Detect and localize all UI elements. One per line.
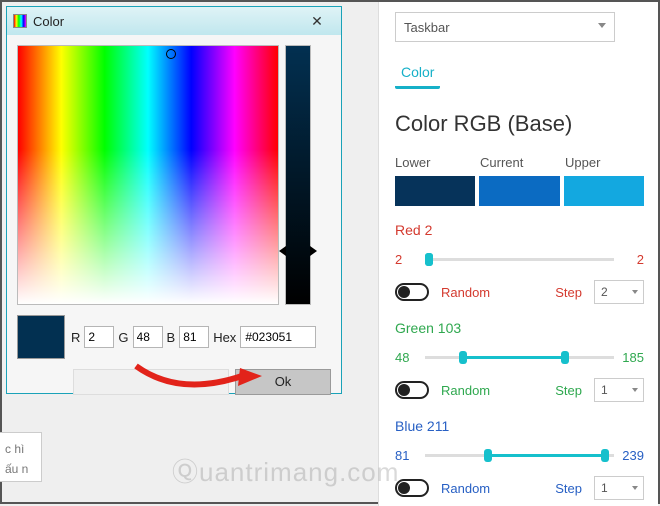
hue-saturation-field[interactable]	[17, 45, 279, 305]
col-upper-label: Upper	[565, 155, 644, 170]
red-low-value: 2	[395, 252, 421, 267]
chevron-down-icon	[632, 290, 638, 294]
channel-green: Green 103 48 185 Random Step 1	[395, 320, 644, 402]
fragment-line-1: c hì	[5, 439, 39, 459]
red-thumb-high[interactable]	[425, 253, 433, 266]
section-heading: Color RGB (Base)	[395, 111, 644, 137]
green-range-slider[interactable]	[425, 356, 614, 359]
blue-step-select[interactable]: 1	[594, 476, 644, 500]
red-step-value: 2	[601, 285, 608, 299]
button-spacer	[73, 369, 229, 395]
green-random-toggle[interactable]	[395, 381, 429, 399]
b-label: B	[167, 330, 176, 345]
lcu-header: Lower Current Upper	[395, 155, 644, 170]
ok-button[interactable]: Ok	[235, 369, 331, 395]
g-input[interactable]	[133, 326, 163, 348]
fragment-line-2: ấu n	[5, 459, 39, 479]
blue-thumb-low[interactable]	[484, 449, 492, 462]
swatch-current[interactable]	[479, 176, 559, 206]
value-handle-right-icon	[310, 246, 317, 256]
g-label: G	[118, 330, 128, 345]
channel-blue: Blue 211 81 239 Random Step 1	[395, 418, 644, 500]
channel-red-title: Red 2	[395, 222, 644, 238]
value-slider[interactable]	[285, 45, 311, 305]
col-current-label: Current	[480, 155, 559, 170]
chevron-down-icon	[632, 388, 638, 392]
target-dropdown[interactable]: Taskbar	[395, 12, 615, 42]
properties-panel: Taskbar Color Color RGB (Base) Lower Cur…	[378, 2, 658, 506]
r-label: R	[71, 330, 80, 345]
chevron-down-icon	[632, 486, 638, 490]
blue-step-value: 1	[601, 481, 608, 495]
close-icon: ✕	[311, 13, 323, 30]
red-step-label: Step	[555, 285, 582, 300]
blue-random-toggle[interactable]	[395, 479, 429, 497]
color-marker[interactable]	[166, 49, 176, 59]
green-low-value: 48	[395, 350, 421, 365]
chevron-down-icon	[598, 23, 606, 28]
blue-random-label: Random	[441, 481, 490, 496]
color-picker-window: Color ✕ R G B Hex O	[6, 6, 342, 394]
green-high-value: 185	[618, 350, 644, 365]
red-random-toggle[interactable]	[395, 283, 429, 301]
green-step-select[interactable]: 1	[594, 378, 644, 402]
swatch-upper[interactable]	[564, 176, 644, 206]
red-random-label: Random	[441, 285, 490, 300]
red-step-select[interactable]: 2	[594, 280, 644, 304]
swatch-lower[interactable]	[395, 176, 475, 206]
blue-step-label: Step	[555, 481, 582, 496]
green-random-label: Random	[441, 383, 490, 398]
close-button[interactable]: ✕	[299, 10, 335, 32]
value-handle-left-icon	[279, 246, 286, 256]
window-title: Color	[33, 14, 64, 29]
background-fragment: c hì ấu n	[0, 432, 42, 482]
hex-label: Hex	[213, 330, 236, 345]
titlebar[interactable]: Color ✕	[7, 7, 341, 35]
channel-blue-title: Blue 211	[395, 418, 644, 434]
green-thumb-low[interactable]	[459, 351, 467, 364]
target-dropdown-value: Taskbar	[404, 20, 450, 35]
tab-color[interactable]: Color	[395, 64, 440, 89]
red-range-slider[interactable]	[425, 258, 614, 261]
app-icon	[13, 14, 27, 28]
channel-red: Red 2 2 2 Random Step 2	[395, 222, 644, 304]
red-high-value: 2	[618, 252, 644, 267]
green-thumb-high[interactable]	[561, 351, 569, 364]
color-preview-swatch	[17, 315, 65, 359]
channel-green-title: Green 103	[395, 320, 644, 336]
b-input[interactable]	[179, 326, 209, 348]
blue-high-value: 239	[618, 448, 644, 463]
green-step-label: Step	[555, 383, 582, 398]
blue-range-slider[interactable]	[425, 454, 614, 457]
watermark: Ⓠuantrimang.com	[172, 452, 399, 489]
green-step-value: 1	[601, 383, 608, 397]
blue-thumb-high[interactable]	[601, 449, 609, 462]
col-lower-label: Lower	[395, 155, 474, 170]
hex-input[interactable]	[240, 326, 316, 348]
r-input[interactable]	[84, 326, 114, 348]
